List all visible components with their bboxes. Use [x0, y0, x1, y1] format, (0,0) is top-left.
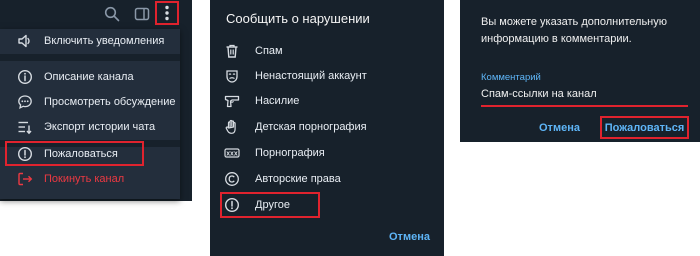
- mask-icon: [224, 68, 240, 84]
- export-icon: [17, 119, 33, 135]
- reason-label: Ненастоящий аккаунт: [255, 70, 367, 82]
- menu-item-export-chat-history[interactable]: Экспорт истории чата: [0, 115, 180, 139]
- trash-icon: [224, 43, 240, 59]
- report-button[interactable]: Пожаловаться: [600, 116, 689, 139]
- reason-label: Детская порнография: [255, 121, 367, 133]
- report-dialog: Сообщить о нарушении Спам Ненастоящий ак…: [210, 0, 444, 256]
- comment-field-label: Комментарий: [481, 72, 541, 83]
- comment-input-underline: [481, 105, 688, 107]
- cancel-button[interactable]: Отмена: [389, 231, 430, 243]
- xxx-icon: XXX: [224, 145, 240, 161]
- reason-child-abuse[interactable]: Детская порнография: [210, 115, 444, 139]
- leave-icon: [17, 171, 33, 187]
- menu-item-label: Экспорт истории чата: [44, 121, 156, 133]
- reason-label: Порнография: [255, 147, 325, 159]
- menu-item-view-discussion[interactable]: Просмотреть обсуждение: [0, 90, 180, 114]
- channel-dropdown-menu: Включить уведомления Описание канала Про…: [0, 29, 180, 199]
- menu-item-enable-notifications[interactable]: Включить уведомления: [0, 29, 180, 53]
- reason-pornography[interactable]: XXX Порнография: [210, 141, 444, 165]
- highlight-box: [5, 141, 144, 166]
- copyright-icon: [224, 171, 240, 187]
- search-icon[interactable]: [101, 3, 123, 25]
- dialog-title: Сообщить о нарушении: [226, 11, 370, 26]
- comment-dialog: Вы можете указать дополнительную информа…: [460, 0, 700, 142]
- svg-text:XXX: XXX: [226, 151, 238, 157]
- reason-violence[interactable]: Насилие: [210, 89, 444, 113]
- reason-spam[interactable]: Спам: [210, 39, 444, 63]
- menu-divider: [0, 54, 180, 61]
- speaker-icon: [17, 33, 33, 49]
- channel-toolbar: [0, 0, 192, 28]
- chat-bubble-icon: [17, 94, 33, 110]
- menu-item-channel-description[interactable]: Описание канала: [0, 65, 180, 89]
- channel-menu-panel: Включить уведомления Описание канала Про…: [0, 0, 192, 201]
- reason-label: Насилие: [255, 95, 300, 107]
- menu-item-label: Просмотреть обсуждение: [44, 96, 176, 108]
- reason-copyright[interactable]: Авторские права: [210, 167, 444, 191]
- pistol-icon: [224, 93, 240, 109]
- info-text: Вы можете указать дополнительную информа…: [481, 16, 667, 45]
- hand-icon: [224, 119, 240, 135]
- cancel-button[interactable]: Отмена: [539, 122, 580, 134]
- reason-fake-account[interactable]: Ненастоящий аккаунт: [210, 64, 444, 88]
- menu-item-leave-channel[interactable]: Покинуть канал: [0, 167, 180, 191]
- side-panel-icon[interactable]: [131, 3, 153, 25]
- menu-item-label: Покинуть канал: [44, 173, 125, 185]
- menu-item-label: Включить уведомления: [44, 35, 165, 47]
- reason-label: Спам: [255, 45, 283, 57]
- comment-input[interactable]: Спам-ссылки на канал: [481, 88, 597, 100]
- highlight-box: [220, 192, 320, 218]
- menu-item-label: Описание канала: [44, 71, 134, 83]
- more-vertical-icon[interactable]: [155, 1, 179, 25]
- info-icon: [17, 69, 33, 85]
- reason-label: Авторские права: [255, 173, 341, 185]
